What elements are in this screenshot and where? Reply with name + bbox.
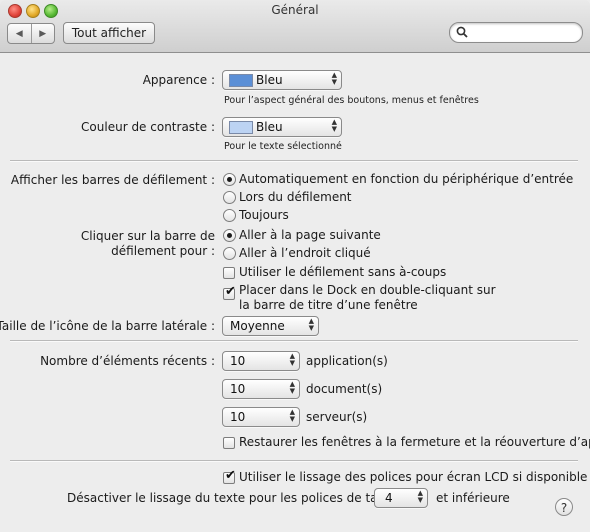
up-down-arrows-icon: ▲ ▼ xyxy=(417,489,423,504)
jump-to-spot-label[interactable]: Aller à l’endroit cliqué xyxy=(239,246,371,260)
jump-next-page-radio[interactable] xyxy=(223,229,236,242)
recent-documents-value: 10 xyxy=(230,382,246,396)
font-smoothing-size-value: 4 xyxy=(385,491,393,505)
sidebar-icon-size-label: Taille de l’icône de la barre latérale : xyxy=(0,319,215,333)
appearance-label: Apparence : xyxy=(142,73,215,87)
sidebar-icon-size-popup[interactable]: Moyenne ▲ ▼ xyxy=(222,316,319,336)
appearance-note: Pour l’aspect général des boutons, menus… xyxy=(224,95,479,106)
search-field[interactable] xyxy=(449,22,583,43)
up-down-arrows-icon: ▲ ▼ xyxy=(331,118,337,133)
back-forward-control: ◀ ▶ xyxy=(7,23,55,44)
jump-next-page-label[interactable]: Aller à la page suivante xyxy=(239,228,381,242)
appearance-value: Bleu xyxy=(256,73,283,87)
magnifier-icon xyxy=(456,26,468,38)
jump-to-spot-radio[interactable] xyxy=(223,247,236,260)
lcd-smoothing-label[interactable]: Utiliser le lissage des polices pour écr… xyxy=(239,470,587,484)
highlight-color-note: Pour le texte sélectionné xyxy=(224,141,342,152)
highlight-color-label: Couleur de contraste : xyxy=(81,120,215,134)
lcd-smoothing-checkbox[interactable]: ✔ xyxy=(223,468,236,484)
scrollbars-when-scrolling-label[interactable]: Lors du défilement xyxy=(239,190,352,204)
highlight-color-value: Bleu xyxy=(256,120,283,134)
highlight-color-swatch xyxy=(229,121,253,134)
recent-servers-value: 10 xyxy=(230,410,246,424)
click-scrollbar-label-line1: Cliquer sur la barre de xyxy=(80,229,215,243)
font-smoothing-label: Désactiver le lissage du texte pour les … xyxy=(67,491,395,505)
scrollbars-when-scrolling-radio[interactable] xyxy=(223,191,236,204)
dock-double-click-label-line2[interactable]: la barre de titre d’une fenêtre xyxy=(239,298,418,312)
dock-double-click-checkbox[interactable]: ✔ xyxy=(223,284,236,300)
recent-applications-value: 10 xyxy=(230,354,246,368)
up-down-arrows-icon: ▲ ▼ xyxy=(289,380,295,395)
smooth-scrolling-label[interactable]: Utiliser le défilement sans à-coups xyxy=(239,265,446,279)
restore-windows-label[interactable]: Restaurer les fenêtres à la fermeture et… xyxy=(239,435,590,449)
recent-applications-unit: application(s) xyxy=(306,354,388,368)
restore-windows-checkbox[interactable] xyxy=(223,437,235,449)
title-bar: Général ◀ ▶ Tout afficher xyxy=(0,0,590,53)
up-down-arrows-icon: ▲ ▼ xyxy=(308,317,314,332)
back-arrow-icon[interactable]: ◀ xyxy=(8,24,32,43)
preferences-window: Général ◀ ▶ Tout afficher Apparence : Bl… xyxy=(0,0,590,532)
click-scrollbar-label-line2: défilement pour : xyxy=(111,244,215,258)
smooth-scrolling-checkbox[interactable] xyxy=(223,267,235,279)
forward-arrow-icon[interactable]: ▶ xyxy=(32,24,55,43)
up-down-arrows-icon: ▲ ▼ xyxy=(289,352,295,367)
show-scrollbars-label: Afficher les barres de défilement : xyxy=(10,173,215,187)
font-smoothing-suffix: et inférieure xyxy=(436,491,510,505)
recent-documents-unit: document(s) xyxy=(306,382,383,396)
window-title: Général xyxy=(271,3,319,17)
recent-servers-popup[interactable]: 10 ▲ ▼ xyxy=(222,407,300,427)
font-smoothing-size-popup[interactable]: 4 ▲ ▼ xyxy=(374,488,428,508)
separator xyxy=(10,160,578,162)
dock-double-click-label-line1[interactable]: Placer dans le Dock en double-cliquant s… xyxy=(239,283,496,297)
recent-items-label: Nombre d’éléments récents : xyxy=(40,354,215,368)
highlight-color-popup[interactable]: Bleu ▲ ▼ xyxy=(222,117,342,137)
recent-applications-popup[interactable]: 10 ▲ ▼ xyxy=(222,351,300,371)
help-button[interactable]: ? xyxy=(555,498,573,516)
checkmark-icon: ✔ xyxy=(225,468,236,483)
separator xyxy=(10,340,578,342)
recent-servers-unit: serveur(s) xyxy=(306,410,368,424)
recent-documents-popup[interactable]: 10 ▲ ▼ xyxy=(222,379,300,399)
show-all-button[interactable]: Tout afficher xyxy=(63,22,155,44)
scrollbars-always-radio[interactable] xyxy=(223,209,236,222)
scrollbars-always-label[interactable]: Toujours xyxy=(239,208,289,222)
sidebar-icon-size-value: Moyenne xyxy=(230,319,285,333)
appearance-popup[interactable]: Bleu ▲ ▼ xyxy=(222,70,342,90)
separator xyxy=(10,460,578,462)
appearance-color-swatch xyxy=(229,74,253,87)
up-down-arrows-icon: ▲ ▼ xyxy=(289,408,295,423)
up-down-arrows-icon: ▲ ▼ xyxy=(331,71,337,86)
scrollbars-automatic-label[interactable]: Automatiquement en fonction du périphéri… xyxy=(239,172,573,186)
scrollbars-automatic-radio[interactable] xyxy=(223,173,236,186)
checkmark-icon: ✔ xyxy=(225,284,236,299)
